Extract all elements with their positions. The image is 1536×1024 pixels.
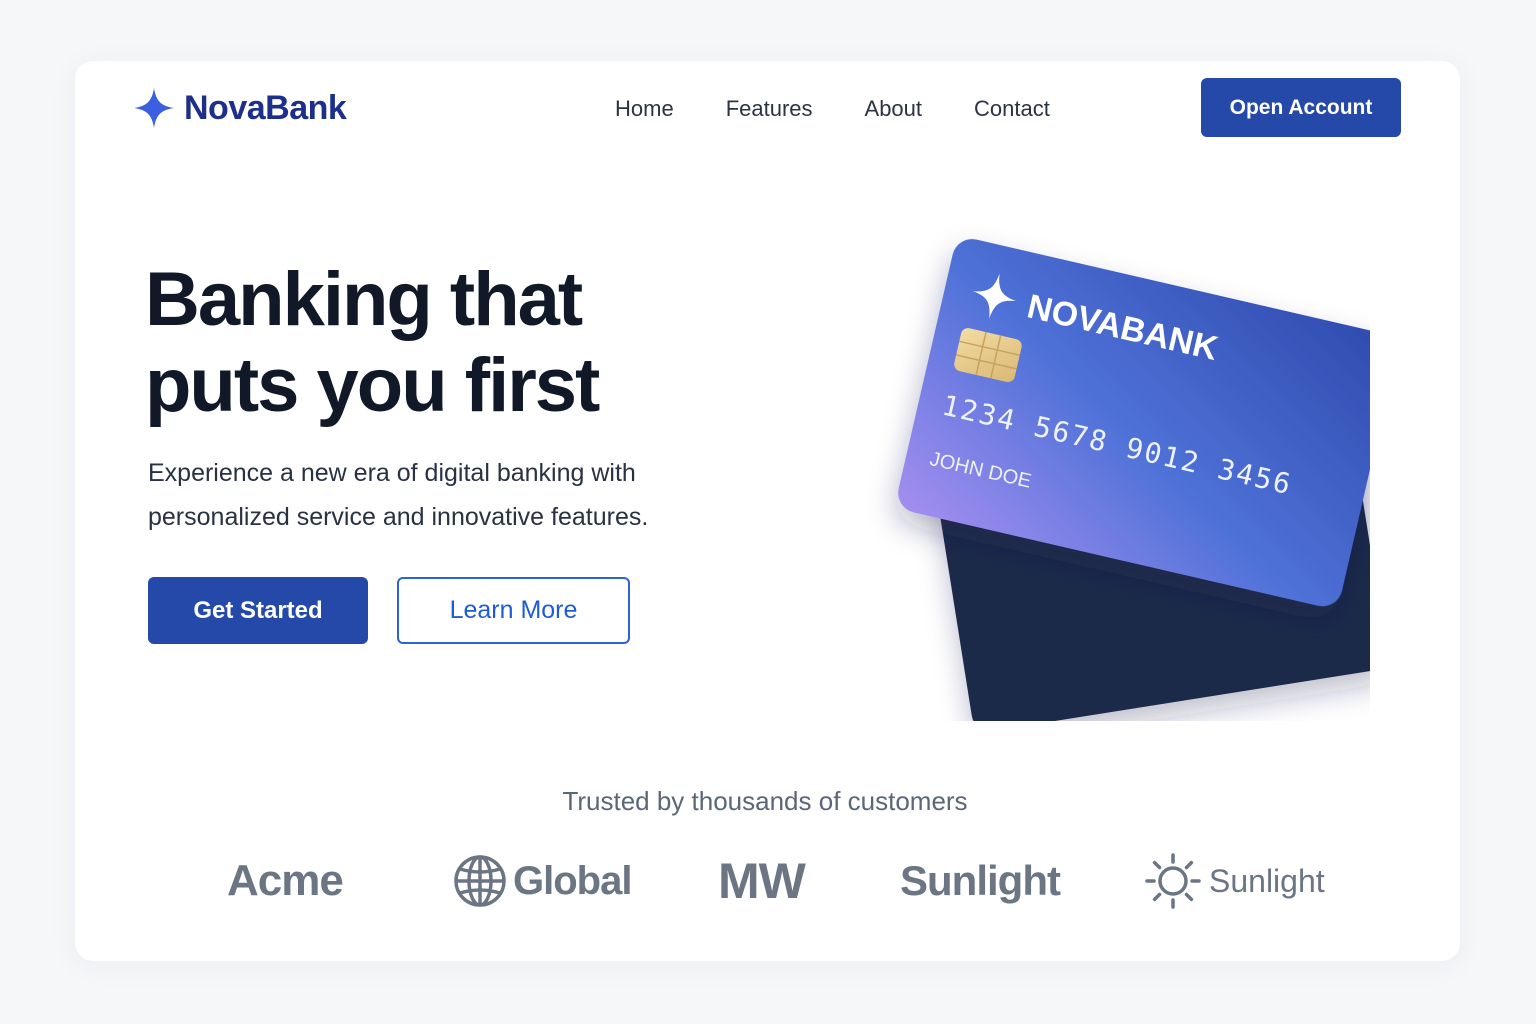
main-nav: Home Features About Contact <box>615 93 1102 125</box>
partner-logo-sunlight-icon: Sunlight <box>1143 851 1325 911</box>
partner-name: Sunlight <box>1209 862 1325 899</box>
landing-page: NovaBank Home Features About Contact Ope… <box>75 61 1460 961</box>
sun-icon <box>1145 853 1201 909</box>
learn-more-button[interactable]: Learn More <box>397 577 630 644</box>
partner-name: Sunlight <box>900 857 1061 904</box>
four-point-star-icon <box>134 88 174 128</box>
partner-name: Global <box>513 858 632 903</box>
get-started-button[interactable]: Get Started <box>148 577 368 644</box>
hero-title: Banking that puts you first <box>145 257 600 429</box>
nav-about[interactable]: About <box>865 96 923 122</box>
partner-name: MW <box>718 853 806 909</box>
nav-home[interactable]: Home <box>615 96 674 122</box>
partner-name: Acme <box>227 856 344 905</box>
globe-icon <box>454 855 506 907</box>
partner-logo-sunlight: Sunlight <box>900 851 1061 911</box>
hero-subtitle: Experience a new era of digital banking … <box>148 459 649 531</box>
partner-logo-mw: MW <box>718 851 806 911</box>
brand-name: NovaBank <box>184 88 347 127</box>
nav-features[interactable]: Features <box>726 96 813 122</box>
brand-logo[interactable]: NovaBank <box>132 83 347 133</box>
nav-contact[interactable]: Contact <box>974 96 1050 122</box>
partner-logo-acme: Acme <box>227 851 344 911</box>
partner-logo-global: Global <box>453 851 632 911</box>
partner-logos: Acme Global MW Sunlight Sunlight <box>75 851 1460 911</box>
open-account-button[interactable]: Open Account <box>1201 78 1401 137</box>
hero-title-line-1: Banking that <box>145 257 583 342</box>
credit-card-illustration: NOVABANK 1234 5678 9012 3456 JOHN DOE <box>898 239 1370 721</box>
hero-title-line-2: puts you first <box>145 343 600 428</box>
trusted-heading: Trusted by thousands of customers <box>562 786 968 816</box>
